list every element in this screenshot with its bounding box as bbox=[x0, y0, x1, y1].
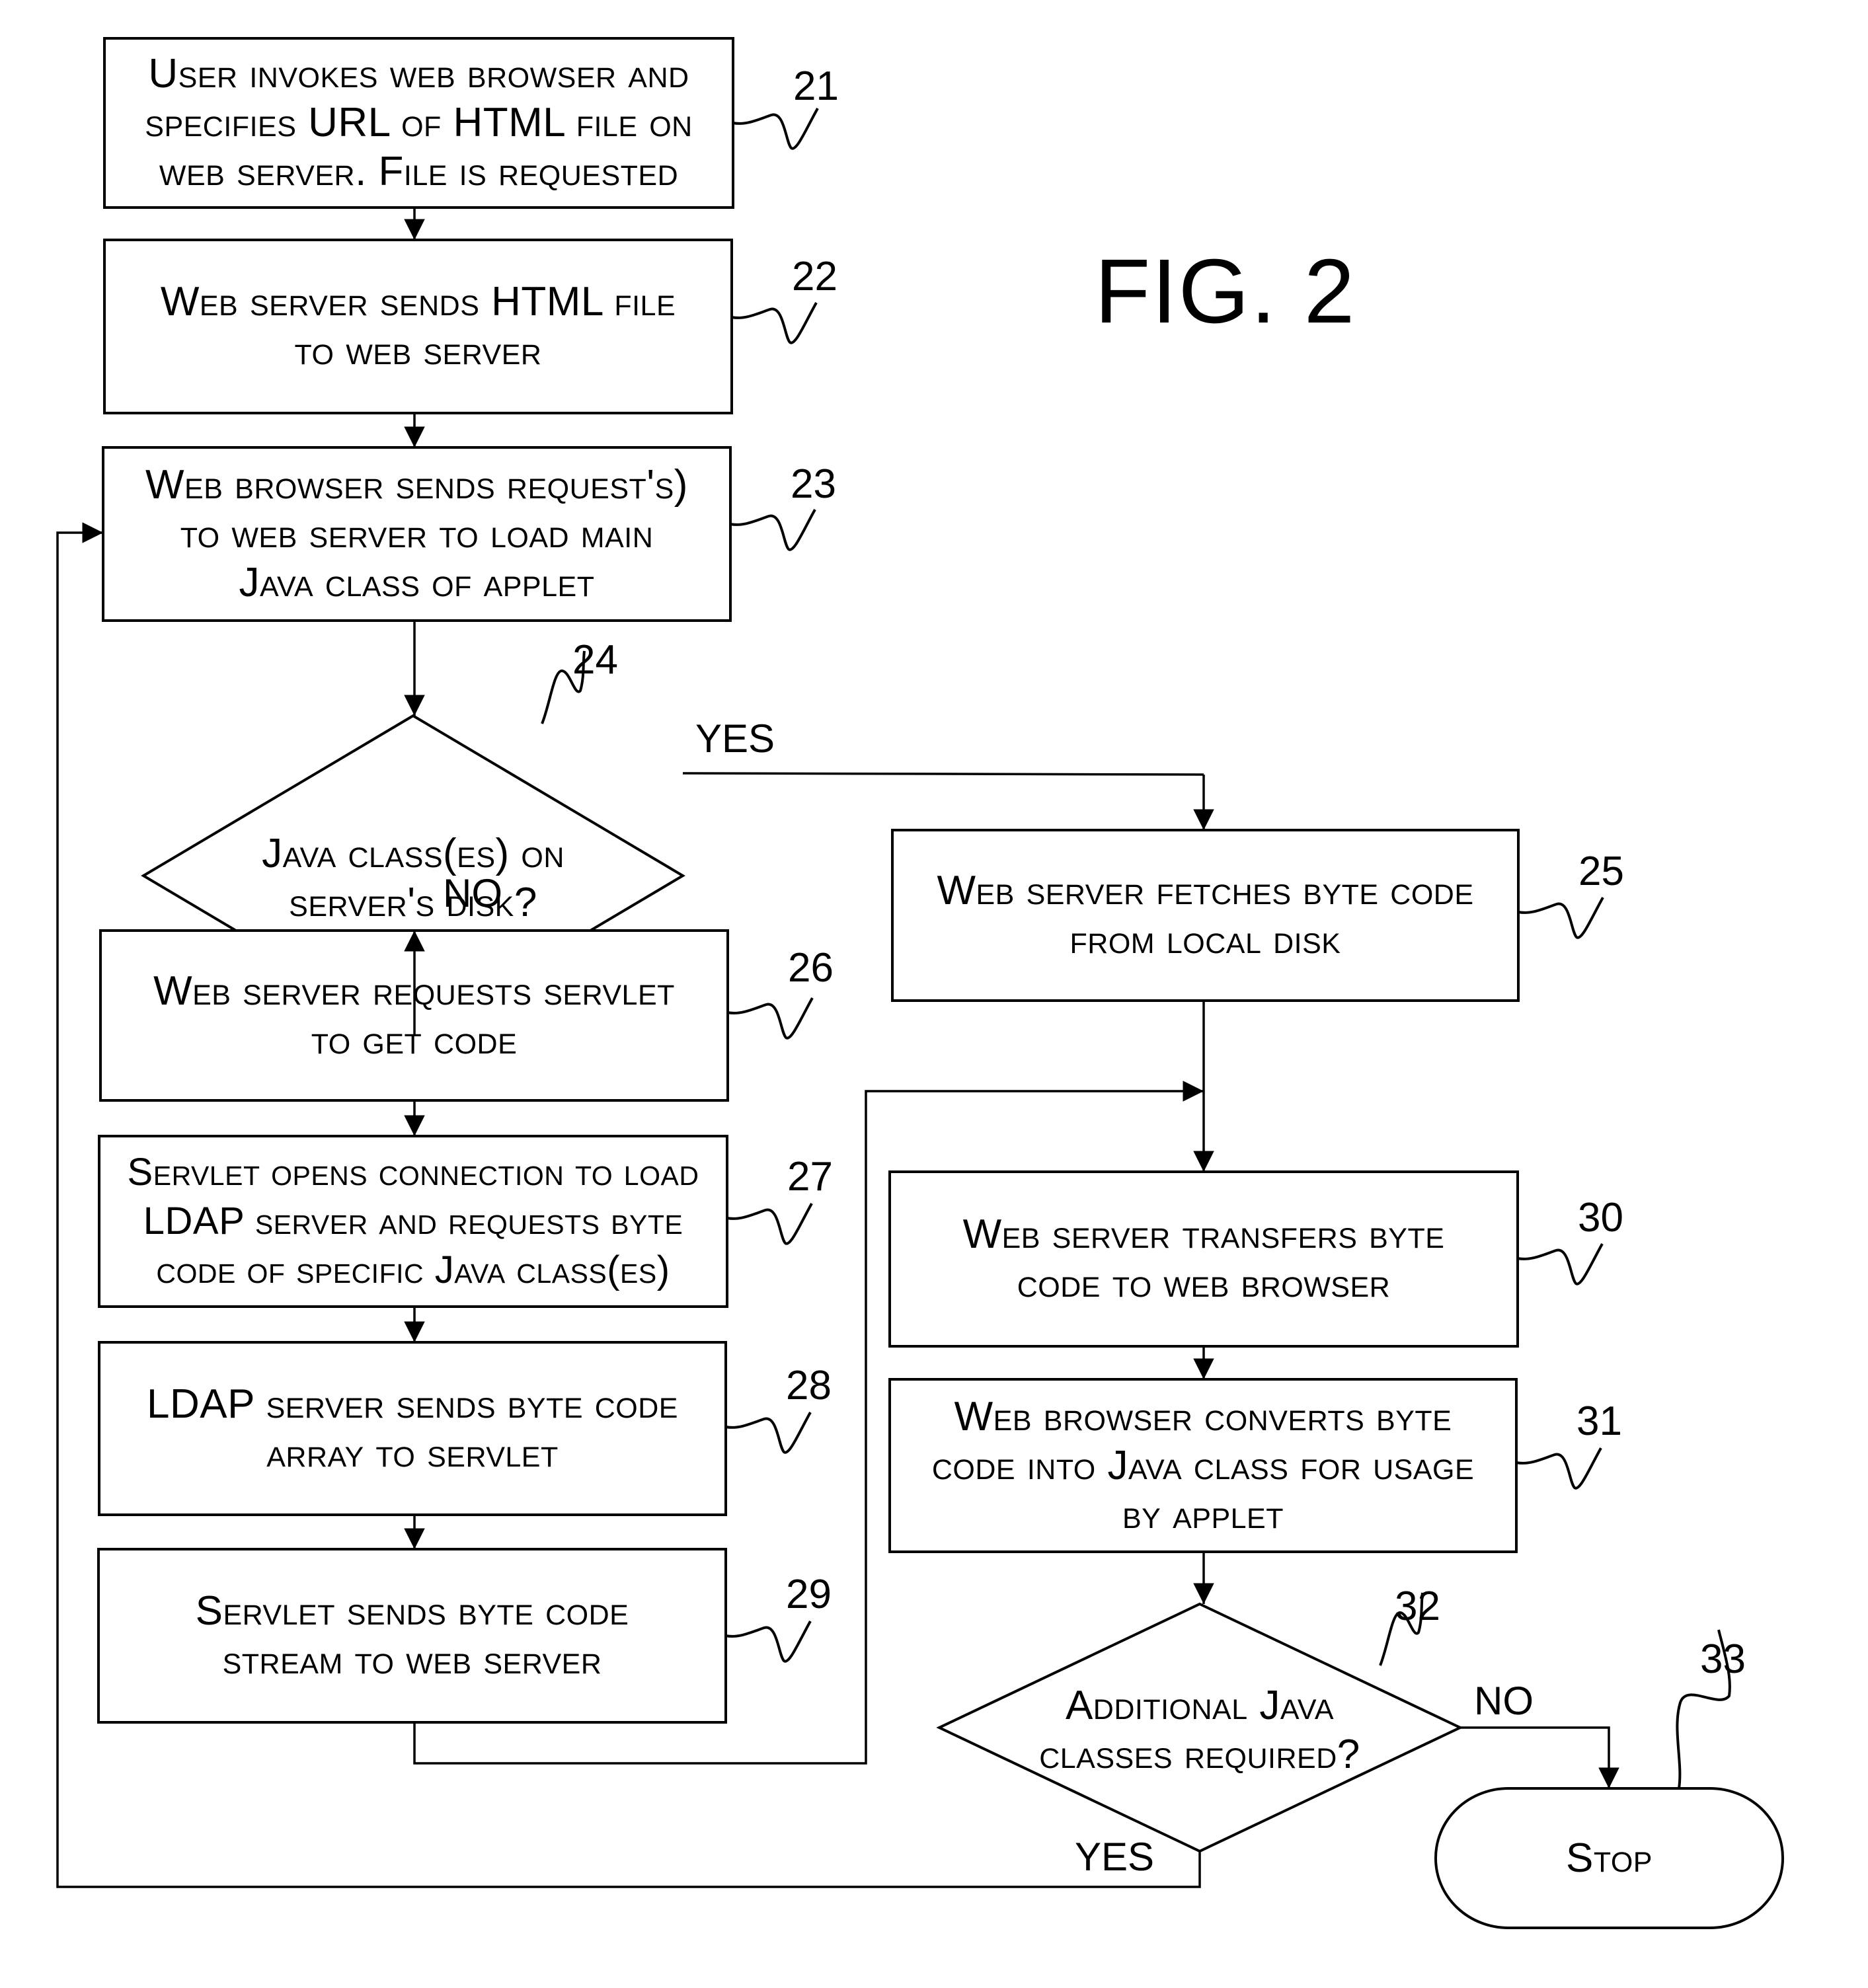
node-text-line: Servlet sends byte code bbox=[195, 1588, 629, 1634]
node-text-33: Stop bbox=[1436, 1788, 1783, 1928]
node-text-line: Web browser converts byte bbox=[954, 1393, 1452, 1439]
node-text-line: to web server to load main bbox=[180, 511, 654, 556]
reference-number-31: 31 bbox=[1576, 1398, 1622, 1444]
reference-number-26: 26 bbox=[788, 945, 834, 991]
edge-label-24-yes: YES bbox=[695, 716, 775, 761]
node-text-line: code into Java class for usage bbox=[931, 1442, 1475, 1488]
leader-line-26 bbox=[727, 997, 814, 1040]
node-text-line: Web server fetches byte code bbox=[937, 868, 1474, 913]
leader-line-28 bbox=[725, 1412, 812, 1454]
leader-line-25 bbox=[1518, 897, 1604, 939]
node-text-23: Web browser sends request's) to web serve… bbox=[103, 447, 730, 621]
node-text-28: LDAP server sends byte code array to serv… bbox=[99, 1342, 726, 1515]
node-text-22: Web server sends HTML file to web server bbox=[104, 240, 732, 413]
edge-32-33 bbox=[1460, 1726, 1619, 1788]
node-text-line: stream to web server bbox=[222, 1637, 602, 1683]
reference-number-27: 27 bbox=[787, 1154, 833, 1200]
reference-number-30: 30 bbox=[1578, 1195, 1623, 1241]
node-text-line: array to servlet bbox=[266, 1430, 559, 1476]
reference-number-23: 23 bbox=[791, 461, 836, 507]
node-text-26: Web server requests servlet to get code bbox=[100, 931, 728, 1100]
edge-label-24-no: NO bbox=[443, 871, 502, 915]
leader-line-21 bbox=[732, 108, 819, 150]
node-text-line: to web server bbox=[294, 328, 542, 373]
leader-line-23 bbox=[730, 509, 816, 551]
figure-title: FIG. 2 bbox=[1095, 241, 1356, 342]
reference-number-28: 28 bbox=[786, 1363, 832, 1408]
node-text-line: LDAP server and requests byte bbox=[143, 1200, 683, 1242]
node-text-30: Web server transfers byte code to web bro… bbox=[890, 1172, 1518, 1346]
reference-number-24: 24 bbox=[572, 637, 618, 683]
reference-number-25: 25 bbox=[1578, 849, 1624, 894]
node-text-31: Web browser converts byte code into Java … bbox=[890, 1379, 1516, 1552]
node-text-line: from local disk bbox=[1070, 917, 1341, 962]
node-text-line: code to web browser bbox=[1017, 1260, 1391, 1306]
node-text-line: specifies URL of HTML file on bbox=[145, 100, 693, 145]
edge-24-25 bbox=[682, 772, 1204, 776]
leader-line-31 bbox=[1516, 1447, 1602, 1490]
node-text-29: Servlet sends byte code stream to web ser… bbox=[98, 1549, 726, 1722]
leader-line-22 bbox=[731, 302, 818, 344]
node-text-line: Java class(es) on bbox=[262, 831, 564, 876]
leader-line-27 bbox=[726, 1203, 813, 1245]
node-text-21: User invokes web browser and specifies UR… bbox=[104, 38, 733, 208]
edge-label-32-yes: YES bbox=[1075, 1835, 1155, 1879]
node-text-line: Servlet opens connection to load bbox=[127, 1151, 699, 1194]
node-text-line: classes required? bbox=[1039, 1732, 1360, 1777]
reference-number-29: 29 bbox=[786, 1572, 832, 1617]
node-text-line: by applet bbox=[1122, 1491, 1284, 1537]
node-text-line: User invokes web browser and bbox=[148, 51, 689, 96]
node-text-line: Stop bbox=[1566, 1835, 1653, 1881]
node-text-27: Servlet opens connection to load LDAP ser… bbox=[99, 1136, 727, 1307]
node-text-line: web server. File is requested bbox=[159, 149, 679, 194]
node-text-line: Web server requests servlet bbox=[153, 968, 675, 1014]
reference-number-22: 22 bbox=[792, 254, 837, 299]
node-text-line: Additional Java bbox=[1065, 1683, 1335, 1728]
reference-number-33: 33 bbox=[1700, 1636, 1746, 1682]
leader-line-30 bbox=[1517, 1243, 1604, 1285]
node-text-line: to get code bbox=[311, 1016, 518, 1063]
node-text-32: Additional Java classes required? bbox=[939, 1604, 1460, 1851]
node-text-line: Java class of applet bbox=[239, 560, 595, 605]
edge-label-32-no: NO bbox=[1474, 1679, 1534, 1723]
node-text-line: Web browser sends request's) bbox=[145, 462, 688, 508]
node-text-line: LDAP server sends byte code bbox=[147, 1381, 678, 1427]
node-text-line: Web server sends HTML file bbox=[160, 279, 676, 325]
node-text-line: code of specific Java class(es) bbox=[156, 1248, 670, 1291]
node-text-line: Web server transfers byte bbox=[962, 1211, 1445, 1257]
node-text-25: Web server fetches byte code from local d… bbox=[892, 830, 1518, 1001]
reference-number-32: 32 bbox=[1395, 1584, 1440, 1629]
reference-number-21: 21 bbox=[793, 63, 839, 109]
leader-line-29 bbox=[725, 1621, 812, 1663]
